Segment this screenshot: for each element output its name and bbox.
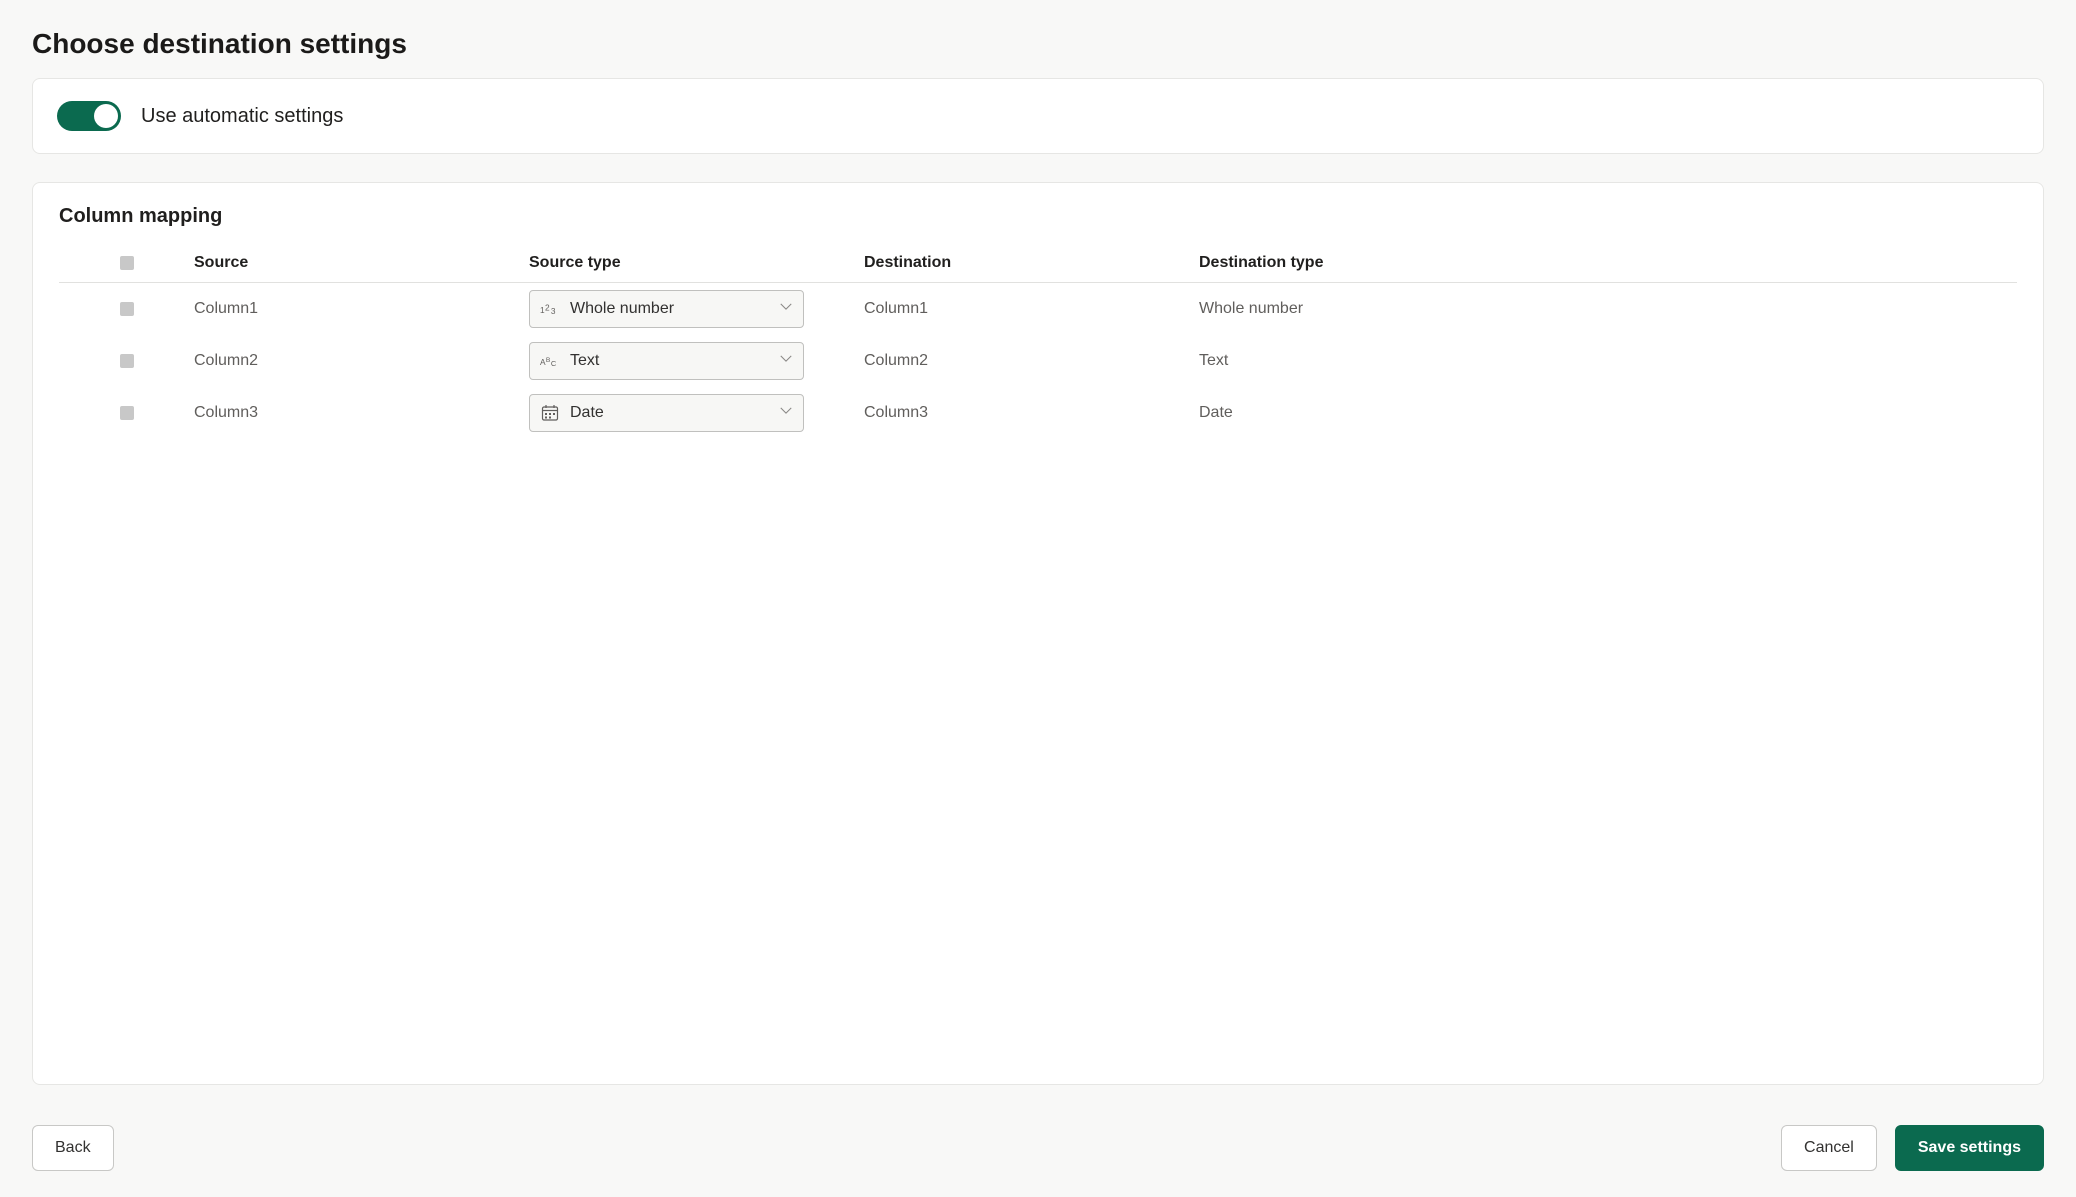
page-title: Choose destination settings [0,0,2076,78]
table-row: Column1 1 2 3 Whole number [59,283,2017,335]
auto-settings-label: Use automatic settings [141,105,343,128]
auto-settings-toggle[interactable] [57,101,121,131]
chevron-down-icon [779,352,793,371]
destination-type-cell: Text [1199,352,2017,370]
chevron-down-icon [779,300,793,319]
destination-cell: Column1 [864,300,1199,318]
header-destination-type: Destination type [1199,254,2017,272]
row-checkbox[interactable] [120,354,134,368]
row-checkbox[interactable] [120,302,134,316]
source-type-value: Whole number [570,300,674,318]
table-header-row: Source Source type Destination Destinati… [59,254,2017,283]
source-type-value: Date [570,404,604,422]
source-cell: Column1 [194,300,529,318]
source-type-select[interactable]: Date [529,394,804,432]
svg-text:2: 2 [545,303,550,313]
destination-type-cell: Whole number [1199,300,2017,318]
save-button[interactable]: Save settings [1895,1125,2044,1171]
header-source: Source [194,254,529,272]
toggle-knob [94,104,118,128]
back-button[interactable]: Back [32,1125,114,1171]
footer: Back Cancel Save settings [0,1105,2076,1197]
cancel-button[interactable]: Cancel [1781,1125,1877,1171]
column-mapping-title: Column mapping [59,205,2017,228]
auto-settings-card: Use automatic settings [32,78,2044,154]
header-destination: Destination [864,254,1199,272]
select-all-checkbox[interactable] [120,256,134,270]
table-row: Column3 [59,387,2017,439]
svg-text:C: C [551,359,557,368]
destination-cell: Column3 [864,404,1199,422]
svg-text:3: 3 [551,306,556,316]
column-mapping-card: Column mapping Source Source type Destin… [32,182,2044,1085]
source-type-select[interactable]: A B C Text [529,342,804,380]
chevron-down-icon [779,404,793,423]
source-type-value: Text [570,352,599,370]
date-icon [540,403,560,423]
number-icon: 1 2 3 [540,299,560,319]
source-cell: Column3 [194,404,529,422]
column-mapping-table: Source Source type Destination Destinati… [59,254,2017,439]
table-row: Column2 A B C Text [59,335,2017,387]
destination-type-cell: Date [1199,404,2017,422]
source-cell: Column2 [194,352,529,370]
source-type-select[interactable]: 1 2 3 Whole number [529,290,804,328]
text-icon: A B C [540,351,560,371]
row-checkbox[interactable] [120,406,134,420]
header-source-type: Source type [529,254,864,272]
destination-cell: Column2 [864,352,1199,370]
